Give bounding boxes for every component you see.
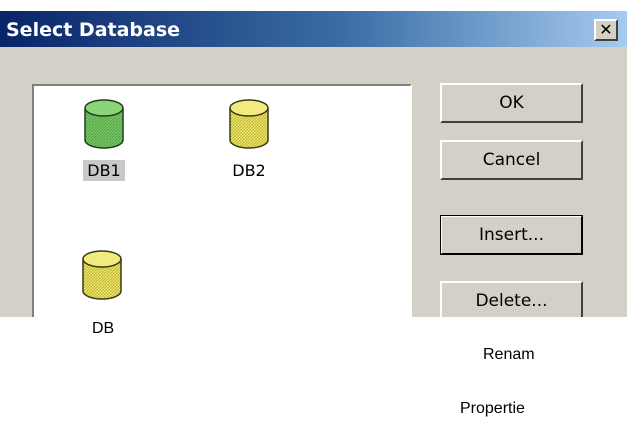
database-list[interactable]: DB1 DB2	[32, 84, 412, 317]
window-title: Select Database	[6, 19, 181, 41]
ok-button[interactable]: OK	[440, 83, 583, 123]
database-item-db1[interactable]: DB1	[74, 96, 134, 181]
cancel-button[interactable]: Cancel	[440, 140, 583, 180]
database-label-db: DB	[92, 320, 115, 337]
database-label: DB2	[232, 161, 266, 180]
database-label: DB1	[83, 160, 125, 181]
database-item-db2[interactable]: DB2	[219, 96, 279, 181]
close-icon: ✕	[599, 20, 613, 39]
delete-button[interactable]: Delete...	[440, 281, 583, 317]
database-green-icon	[84, 99, 124, 149]
database-item-db[interactable]	[72, 247, 132, 303]
properties-button[interactable]: Propertie	[460, 400, 525, 418]
rename-button[interactable]: Renam	[483, 346, 535, 364]
close-button[interactable]: ✕	[594, 19, 618, 41]
insert-button[interactable]: Insert...	[440, 215, 583, 255]
database-yellow-icon	[82, 250, 122, 300]
database-yellow-icon	[229, 99, 269, 149]
title-bar: Select Database ✕	[0, 11, 627, 47]
